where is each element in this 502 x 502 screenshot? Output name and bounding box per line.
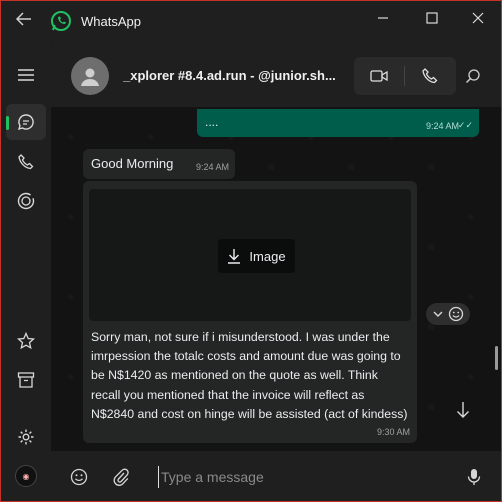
whatsapp-logo-icon — [50, 10, 72, 32]
emoji-reaction-icon[interactable] — [448, 306, 464, 322]
read-receipt-icon: ✓✓ — [457, 120, 473, 130]
active-indicator — [6, 116, 9, 130]
hamburger-menu-icon — [18, 69, 34, 81]
search-button[interactable] — [461, 64, 485, 88]
message-time: 9:30 AM — [377, 427, 411, 437]
download-label: Image — [249, 248, 286, 264]
chat-pane: _xplorer #8.4.ad.run - @junior.sh... ...… — [51, 37, 501, 501]
message-actions — [426, 303, 470, 325]
whatsapp-window: WhatsApp ◉ _xplorer #8.4.ad.run - @junio… — [0, 0, 502, 502]
chat-icon — [17, 114, 34, 131]
close-button[interactable] — [463, 7, 493, 29]
title-bar: WhatsApp — [1, 1, 501, 37]
nav-calls[interactable] — [6, 144, 46, 180]
contact-avatar[interactable] — [71, 57, 109, 95]
voice-message-button[interactable] — [462, 465, 486, 489]
navigation-rail: ◉ — [1, 37, 51, 501]
search-icon — [466, 69, 480, 83]
emoji-icon — [70, 468, 88, 486]
minimize-button[interactable] — [368, 7, 398, 29]
maximize-button[interactable] — [417, 7, 447, 29]
gear-icon — [18, 429, 34, 445]
paperclip-icon — [113, 468, 129, 486]
nav-starred[interactable] — [6, 323, 46, 359]
message-incoming[interactable]: Good Morning 9:24 AM — [83, 149, 235, 179]
chevron-down-icon[interactable] — [433, 310, 443, 318]
message-input[interactable] — [158, 466, 458, 488]
archive-icon — [17, 372, 35, 388]
star-icon — [17, 332, 35, 350]
arrow-down-icon — [457, 402, 469, 418]
message-composer — [51, 451, 501, 501]
nav-status[interactable] — [6, 183, 46, 219]
image-placeholder: Image — [89, 189, 411, 321]
phone-icon — [18, 154, 34, 170]
video-call-button[interactable] — [354, 57, 404, 95]
contact-name[interactable]: _xplorer #8.4.ad.run - @junior.sh... — [123, 68, 343, 83]
message-text: .... — [205, 115, 219, 129]
profile-button[interactable]: ◉ — [6, 458, 46, 494]
call-buttons — [354, 57, 456, 95]
chat-header: _xplorer #8.4.ad.run - @junior.sh... — [51, 37, 501, 107]
emoji-button[interactable] — [67, 465, 91, 489]
message-time: 9:24 AM — [425, 121, 459, 131]
download-icon — [228, 249, 241, 264]
scroll-to-bottom-button[interactable] — [448, 395, 478, 425]
attach-button[interactable] — [109, 465, 133, 489]
nav-archived[interactable] — [6, 362, 46, 398]
video-camera-icon — [370, 70, 388, 82]
user-placeholder-icon — [81, 68, 99, 86]
scrollbar-thumb[interactable] — [495, 346, 498, 370]
back-arrow-icon[interactable] — [13, 9, 35, 29]
message-outgoing[interactable]: .... 9:24 AM ✓✓ — [197, 109, 479, 137]
phone-icon — [422, 68, 438, 84]
profile-avatar: ◉ — [15, 465, 37, 487]
message-text: Sorry man, not sure if i misunderstood. … — [91, 330, 408, 421]
microphone-icon — [467, 469, 481, 485]
message-text: Good Morning — [91, 156, 174, 171]
status-icon — [17, 192, 35, 210]
voice-call-button[interactable] — [405, 57, 455, 95]
download-image-button[interactable]: Image — [218, 239, 295, 273]
app-title: WhatsApp — [81, 14, 141, 29]
nav-chats[interactable] — [6, 104, 46, 140]
menu-button[interactable] — [6, 57, 46, 93]
message-incoming-with-image[interactable]: Image Sorry man, not sure if i misunders… — [83, 181, 417, 443]
message-time: 9:24 AM — [196, 162, 230, 172]
nav-settings[interactable] — [6, 419, 46, 455]
